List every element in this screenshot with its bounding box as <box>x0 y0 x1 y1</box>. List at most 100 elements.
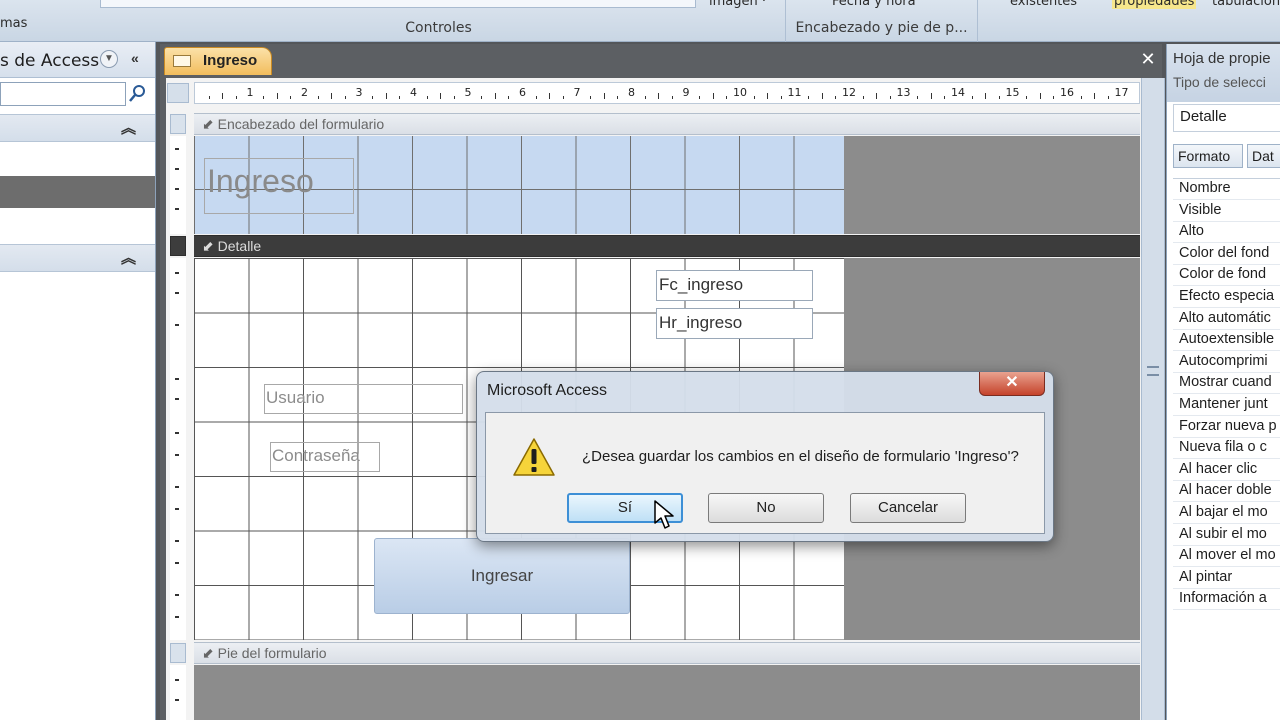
ruler-tick <box>549 93 551 99</box>
ruler-tick <box>494 93 496 99</box>
property-row[interactable]: Al hacer doble <box>1173 481 1280 503</box>
property-row[interactable]: Al mover el mo <box>1173 546 1280 568</box>
nav-search-input[interactable] <box>0 82 126 106</box>
section-selector-header[interactable] <box>170 114 186 134</box>
ruler-tick <box>562 96 564 99</box>
property-sheet: Hoja de propie Tipo de selecci Detalle F… <box>1166 44 1280 720</box>
property-row[interactable]: Al subir el mo <box>1173 525 1280 546</box>
ruler-tick <box>780 96 782 99</box>
ruler-tick <box>290 96 292 99</box>
chevron-up-icon[interactable]: ︽ <box>121 117 136 138</box>
tab-ingreso[interactable]: Ingreso <box>164 47 272 75</box>
property-row[interactable]: Color de fond <box>1173 265 1280 287</box>
section-arrow-icon: ⬋ <box>202 238 218 254</box>
ribbon-controls-gallery[interactable] <box>100 0 696 8</box>
property-row[interactable]: Alto <box>1173 222 1280 244</box>
nav-pane-title[interactable]: s de Access <box>0 51 99 71</box>
ribbon-left-fragment: mas <box>0 16 28 31</box>
property-row[interactable]: Mantener junt <box>1173 395 1280 416</box>
selection-type-label: Tipo de selecci <box>1173 74 1266 90</box>
property-row[interactable]: Visible <box>1173 201 1280 222</box>
scroll-grip-icon[interactable] <box>1147 366 1159 376</box>
ribbon-tabulacion-button[interactable]: tabulación <box>1212 0 1280 9</box>
ruler-number: 7 <box>573 86 581 99</box>
dialog-message: ¿Desea guardar los cambios en el diseño … <box>582 448 1019 465</box>
header-title-label[interactable]: Ingreso <box>204 158 354 214</box>
property-row[interactable]: Nombre <box>1173 179 1280 200</box>
property-row[interactable]: Autoextensible <box>1173 330 1280 352</box>
ruler-tick <box>1053 96 1055 99</box>
ruler-tick <box>876 93 878 99</box>
form-selector[interactable] <box>167 83 189 103</box>
ruler-tick <box>998 96 1000 99</box>
ribbon-propiedades-button[interactable]: propiedades <box>1112 0 1197 9</box>
ribbon-group-label-controles: Controles <box>405 20 472 36</box>
cancel-button[interactable]: Cancelar <box>850 493 966 523</box>
search-icon[interactable] <box>127 82 149 106</box>
nav-group-header-1[interactable]: ︽ <box>0 114 155 142</box>
collapse-pane-icon[interactable]: « <box>131 50 139 66</box>
ruler-tick <box>985 93 987 99</box>
property-row[interactable]: Autocomprimi <box>1173 352 1280 373</box>
ribbon-imagen-button[interactable]: imagen · <box>709 0 766 9</box>
property-row[interactable]: Información a <box>1173 589 1280 611</box>
property-row[interactable]: Al pintar <box>1173 568 1280 589</box>
ruler-tick <box>235 96 237 99</box>
ruler-tick <box>930 93 932 99</box>
property-row[interactable]: Nueva fila o c <box>1173 438 1280 460</box>
chevron-up-icon[interactable]: ︽ <box>121 247 136 268</box>
vertical-ruler-footer <box>170 665 186 720</box>
section-arrow-icon: ⬋ <box>202 116 218 132</box>
section-selector-footer[interactable] <box>170 643 186 663</box>
ruler-tick <box>603 93 605 99</box>
ruler-tick <box>590 96 592 99</box>
warning-icon <box>512 437 556 477</box>
property-row[interactable]: Mostrar cuand <box>1173 373 1280 395</box>
fc-ingreso-field[interactable]: Fc_ingreso <box>656 270 813 301</box>
chevron-down-icon[interactable]: ▼ <box>100 50 118 68</box>
header-section-area[interactable]: Ingreso <box>194 136 1140 234</box>
ribbon-fecha-hora-button[interactable]: Fecha y hora <box>832 0 916 9</box>
section-bar-header[interactable]: ⬋ Encabezado del formulario <box>194 113 1140 135</box>
ruler-number: 1 <box>246 86 254 99</box>
close-document-icon[interactable]: ✕ <box>1136 47 1160 71</box>
ruler-number: 5 <box>464 86 472 99</box>
property-list: Nombre Visible Alto Color del fond Color… <box>1173 178 1280 612</box>
ribbon-existentes-button[interactable]: existentes <box>1010 0 1077 9</box>
tab-formato[interactable]: Formato <box>1173 144 1243 168</box>
vertical-scrollbar[interactable] <box>1141 78 1165 720</box>
no-button[interactable]: No <box>708 493 824 523</box>
property-row[interactable]: Al hacer clic <box>1173 460 1280 481</box>
dialog-body: ¿Desea guardar los cambios en el diseño … <box>485 412 1045 534</box>
vertical-ruler-detail <box>170 258 186 640</box>
property-row[interactable]: Efecto especia <box>1173 287 1280 308</box>
dialog-close-button[interactable]: ✕ <box>979 372 1045 396</box>
navigation-pane: s de Access ▼ « ︽ ︽ <box>0 42 156 720</box>
property-row[interactable]: Al bajar el mo <box>1173 503 1280 524</box>
ruler-tick <box>767 93 769 99</box>
section-bar-footer[interactable]: ⬋ Pie del formulario <box>194 642 1140 664</box>
ruler-tick <box>1080 96 1082 99</box>
ruler-tick <box>699 96 701 99</box>
ruler-tick <box>426 96 428 99</box>
property-row[interactable]: Forzar nueva p <box>1173 417 1280 438</box>
property-row[interactable]: Color del fond <box>1173 244 1280 265</box>
ruler-number: 3 <box>355 86 363 99</box>
usuario-label[interactable]: Usuario <box>264 384 463 414</box>
nav-group-header-2[interactable]: ︽ <box>0 244 155 272</box>
vertical-ruler-header <box>170 136 186 234</box>
tab-datos[interactable]: Dat <box>1247 144 1280 168</box>
section-selector-detail[interactable] <box>170 236 186 256</box>
ruler-tick <box>344 96 346 99</box>
footer-section-area[interactable] <box>194 665 1140 720</box>
ingresar-button[interactable]: Ingresar <box>374 538 630 614</box>
contrasena-label[interactable]: Contraseña <box>270 442 380 472</box>
ruler-number: 14 <box>951 86 965 99</box>
selection-dropdown[interactable]: Detalle <box>1173 104 1280 132</box>
hr-ingreso-field[interactable]: Hr_ingreso <box>656 308 813 339</box>
property-row[interactable]: Alto automátic <box>1173 309 1280 330</box>
section-bar-detail[interactable]: ⬋ Detalle <box>194 235 1140 257</box>
nav-selected-item[interactable] <box>0 176 155 208</box>
ruler-tick <box>508 96 510 99</box>
ruler-tick <box>1094 93 1096 99</box>
